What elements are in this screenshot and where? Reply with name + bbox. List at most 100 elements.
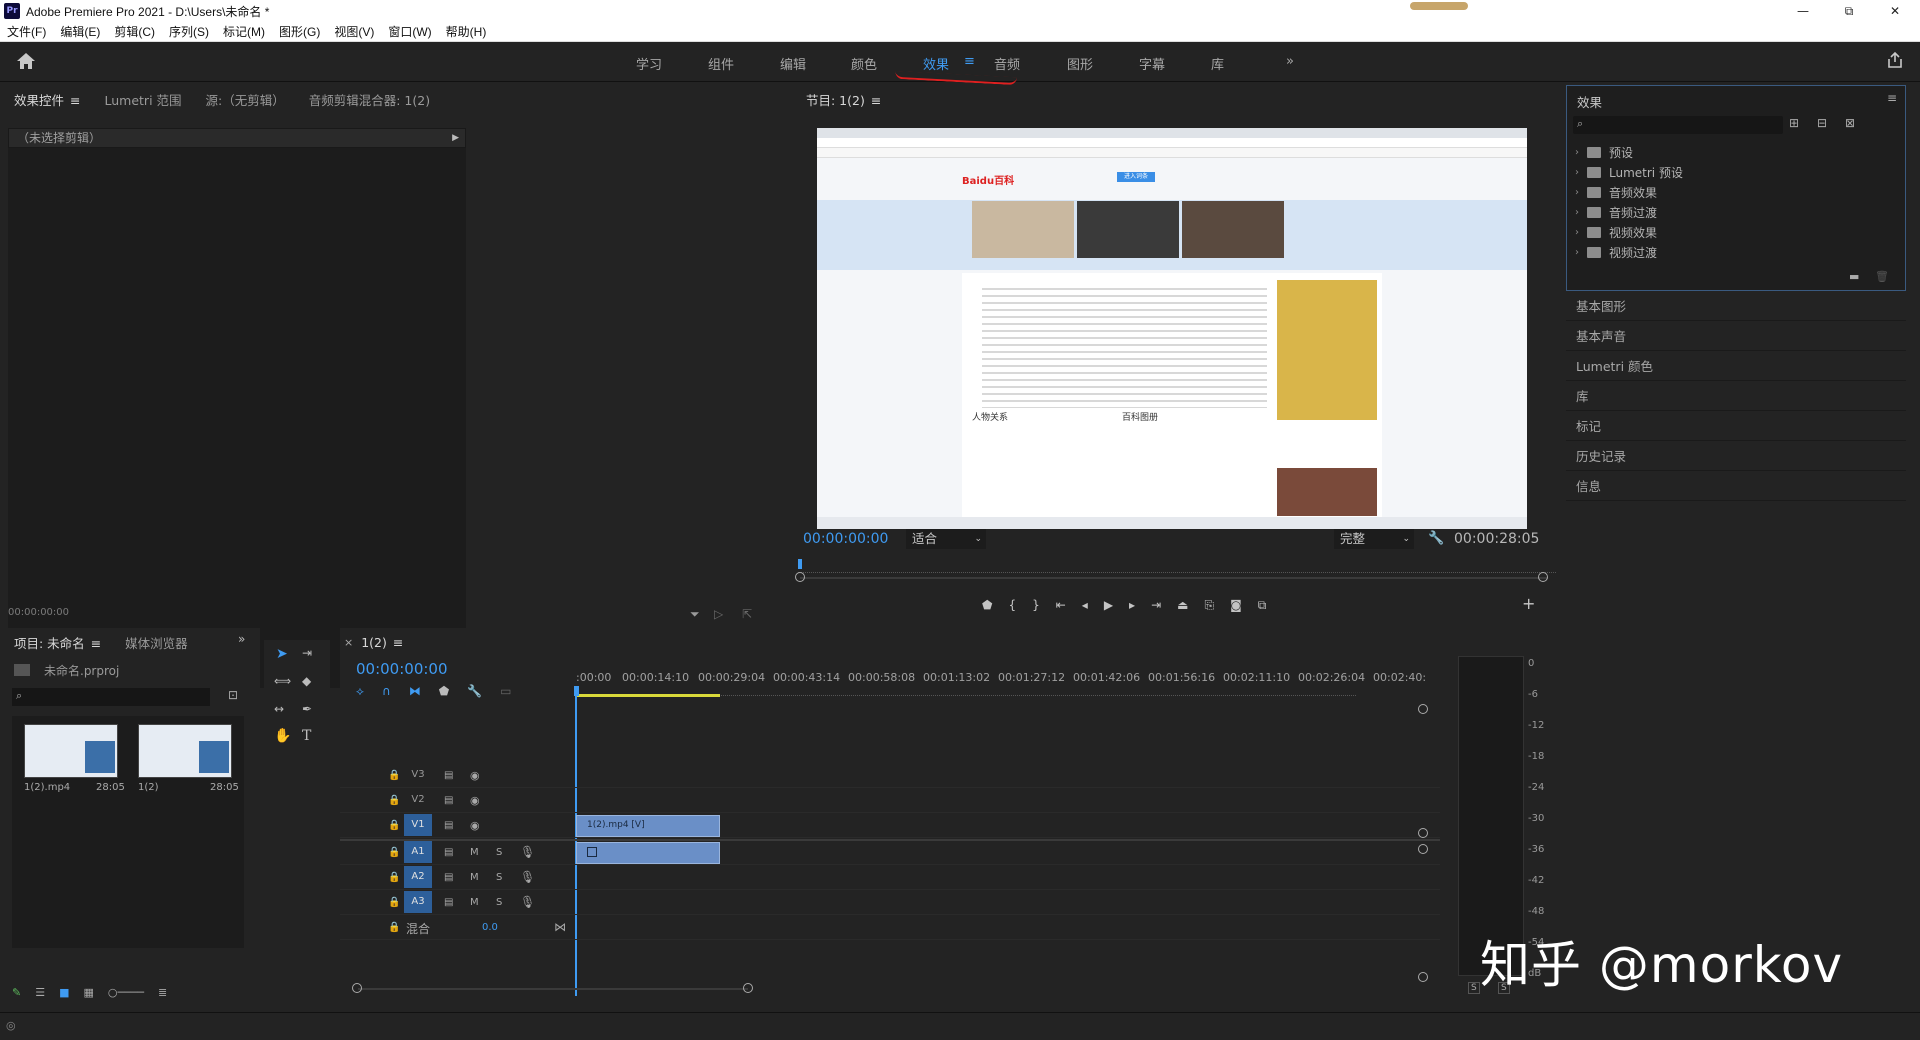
mark-in-icon[interactable]: { — [1008, 598, 1016, 612]
film-icon[interactable]: ▤ — [444, 820, 453, 831]
menu-sequence[interactable]: 序列(S) — [162, 23, 216, 40]
type-tool-icon[interactable]: T — [302, 728, 311, 744]
program-playhead-timecode[interactable]: 00:00:00:00 — [803, 531, 888, 547]
workspace-tab-assembly[interactable]: 组件 — [708, 54, 734, 73]
delete-icon[interactable]: 🗑 — [1875, 270, 1889, 283]
clip-thumbnail[interactable] — [24, 724, 118, 778]
panel-essential-graphics[interactable]: 基本图形 — [1566, 292, 1906, 321]
play-icon[interactable]: ▶ — [1104, 598, 1113, 612]
add-marker-icon[interactable]: ⬟ — [439, 684, 449, 699]
menu-window[interactable]: 窗口(W) — [381, 23, 438, 40]
workspace-tab-captions[interactable]: 字幕 — [1139, 54, 1165, 73]
mute-button[interactable]: M — [470, 897, 479, 908]
audio-vscroll-bottom[interactable] — [1418, 972, 1428, 982]
menu-marker[interactable]: 标记(M) — [216, 23, 272, 40]
fit-zoom-dropdown[interactable]: 适合 ⌄ — [906, 529, 986, 549]
effects-folder-video-transitions[interactable]: › 视频过渡 — [1575, 244, 1657, 261]
comparison-view-icon[interactable]: ⧉ — [1258, 598, 1267, 613]
razor-tool-icon[interactable]: ◆ — [302, 674, 311, 688]
new-search-bin-icon[interactable]: ⊡ — [228, 688, 238, 702]
ripple-edit-tool-icon[interactable]: ⟺ — [274, 674, 291, 688]
wrench-icon[interactable]: 🔧 — [1428, 531, 1444, 546]
lift-icon[interactable]: ⏏ — [1177, 598, 1188, 612]
film-icon[interactable]: ▤ — [444, 795, 453, 806]
menu-help[interactable]: 帮助(H) — [439, 23, 494, 40]
track-label-v1[interactable]: V1 — [404, 814, 432, 836]
effects-menu-icon[interactable]: ≡ — [1887, 91, 1897, 105]
workspace-menu-icon[interactable]: ≡ — [964, 54, 975, 69]
solo-button[interactable]: S — [496, 872, 502, 883]
eye-icon[interactable]: ◉ — [470, 794, 480, 807]
step-forward-icon[interactable]: ▸ — [1129, 598, 1135, 612]
timeline-timecode[interactable]: 00:00:00:00 — [356, 660, 448, 678]
workspace-tab-effects[interactable]: 效果 — [923, 54, 949, 73]
list-view-icon[interactable]: ☰ — [35, 986, 45, 999]
close-button[interactable]: ✕ — [1872, 0, 1918, 22]
tab-effect-controls[interactable]: 效果控件 ≡ — [2, 90, 93, 109]
solo-button[interactable]: S — [496, 847, 502, 858]
solo-button[interactable]: S — [496, 897, 502, 908]
program-video-frame[interactable]: Baidu百科 进入词条 人物关系 百科图册 — [817, 128, 1527, 529]
eye-icon[interactable]: ◉ — [470, 769, 480, 782]
workspace-more-icon[interactable]: » — [1286, 54, 1294, 69]
panel-lumetri-color[interactable]: Lumetri 颜色 — [1566, 352, 1906, 381]
tab-source[interactable]: 源:（无剪辑） — [194, 90, 297, 109]
hand-tool-icon[interactable]: ✋ — [274, 728, 291, 744]
panel-history[interactable]: 历史记录 — [1566, 442, 1906, 471]
menu-view[interactable]: 视图(V) — [327, 23, 381, 40]
freeform-view-icon[interactable]: ▦ — [84, 986, 94, 999]
panel-info[interactable]: 信息 — [1566, 472, 1906, 501]
timeline-settings-wrench-icon[interactable]: 🔧 — [467, 684, 482, 699]
timeline-horizontal-scrollbar[interactable] — [358, 988, 748, 990]
menu-file[interactable]: 文件(F) — [0, 23, 53, 40]
menu-edit[interactable]: 编辑(E) — [53, 23, 107, 40]
track-label-a3[interactable]: A3 — [404, 891, 432, 913]
menu-graphics[interactable]: 图形(G) — [272, 23, 327, 40]
tab-audio-clip-mixer[interactable]: 音频剪辑混合器: 1(2) — [297, 90, 442, 109]
share-icon[interactable] — [1886, 51, 1904, 73]
add-marker-icon[interactable]: ⬟ — [982, 598, 992, 612]
hscroll-handle-left[interactable] — [352, 983, 362, 993]
tab-sequence[interactable]: 1(2) ≡ — [359, 635, 415, 650]
panel-libraries[interactable]: 库 — [1566, 382, 1906, 411]
mix-value[interactable]: 0.0 — [482, 922, 498, 933]
lock-icon[interactable]: 🔒 — [388, 897, 400, 908]
workspace-tab-learn[interactable]: 学习 — [636, 54, 662, 73]
audio-vscroll-top[interactable] — [1418, 844, 1428, 854]
project-search-input[interactable]: ⌕ — [12, 688, 210, 706]
program-menu-icon[interactable]: ≡ — [871, 93, 881, 108]
filter-icon[interactable]: ⏷ — [690, 607, 700, 622]
audio-clip[interactable] — [576, 842, 720, 864]
video-vscroll-top[interactable] — [1418, 704, 1428, 714]
track-label-a1[interactable]: A1 — [404, 841, 432, 863]
panel-essential-sound[interactable]: 基本声音 — [1566, 322, 1906, 351]
captions-icon[interactable]: ▭ — [500, 684, 511, 699]
effects-folder-audio-effects[interactable]: › 音频效果 — [1575, 184, 1657, 201]
lock-icon[interactable]: 🔒 — [388, 847, 400, 858]
zoom-handle-left[interactable] — [795, 572, 805, 582]
pencil-icon[interactable]: ✎ — [12, 986, 21, 999]
mute-button[interactable]: M — [470, 872, 479, 883]
effects-folder-video-effects[interactable]: › 视频效果 — [1575, 224, 1657, 241]
sort-icon[interactable]: ≣ — [158, 986, 167, 999]
timeline-playhead-head[interactable] — [574, 686, 579, 696]
video-vscroll-bottom[interactable] — [1418, 828, 1428, 838]
more-panels-icon[interactable]: » — [238, 632, 245, 646]
accelerated-effects-icon[interactable]: ⊞ — [1789, 116, 1799, 130]
workspace-tab-graphics[interactable]: 图形 — [1067, 54, 1093, 73]
microphone-icon[interactable]: 🎙 — [520, 895, 535, 909]
effects-folder-presets[interactable]: › 预设 — [1575, 144, 1633, 161]
nest-sequence-icon[interactable]: ⟡ — [356, 684, 364, 699]
mix-keyframe-icon[interactable]: ⋈ — [554, 920, 566, 934]
tab-program[interactable]: 节目: 1(2) ≡ — [794, 90, 893, 109]
menu-clip[interactable]: 剪辑(C) — [107, 23, 162, 40]
mark-out-icon[interactable]: } — [1032, 598, 1040, 612]
film-icon[interactable]: ▤ — [444, 847, 453, 858]
solo-left-button[interactable]: S — [1468, 982, 1480, 994]
track-label-v2[interactable]: V2 — [404, 789, 432, 811]
lock-icon[interactable]: 🔒 — [388, 922, 400, 933]
go-to-in-icon[interactable]: ⇤ — [1056, 598, 1066, 612]
icon-view-icon[interactable]: ■ — [59, 986, 69, 999]
selection-tool-icon[interactable]: ➤ — [276, 646, 288, 662]
effects-search-input[interactable]: ⌕ — [1573, 116, 1783, 134]
